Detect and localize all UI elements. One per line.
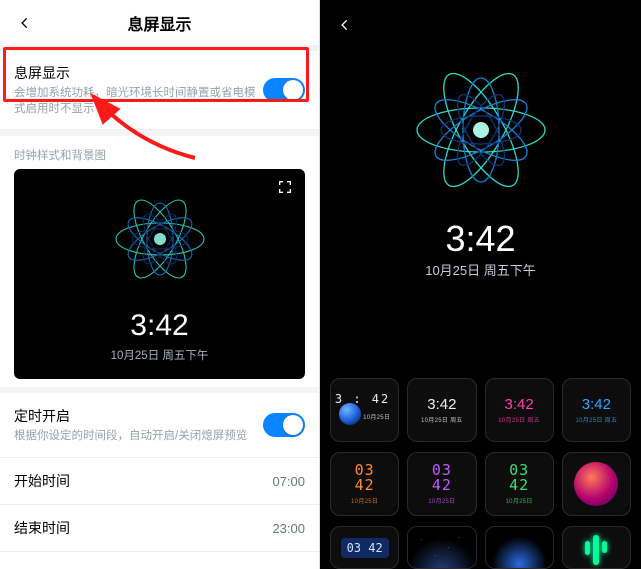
tile-time: 03 42: [355, 463, 375, 493]
aod-style-tile[interactable]: [562, 452, 631, 516]
tile-date: 10月25日: [363, 412, 390, 421]
aod-toggle-switch[interactable]: [263, 78, 305, 102]
aod-gallery-panel: 3:42 10月25日 周五下午 3 : 42 10月25日 3:42 10月2…: [320, 0, 641, 569]
aod-toggle-subtitle: 会增加系统功耗，暗光环境长时间静置或省电模式启用时不显示: [14, 85, 263, 117]
start-time-label: 开始时间: [14, 471, 70, 491]
preview-time: 3:42: [14, 309, 305, 343]
tile-time: 03 42: [341, 538, 389, 558]
aod-toggle-row[interactable]: 息屏显示 会增加系统功耗，暗光环境长时间静置或省电模式启用时不显示: [0, 51, 319, 130]
hero-time: 3:42: [320, 218, 641, 260]
clock-style-preview[interactable]: 3:42 10月25日 周五下午: [14, 169, 305, 379]
tile-date: 10月25日 周五: [421, 415, 463, 424]
globe-icon: [339, 403, 361, 425]
aod-style-tile[interactable]: 03 42 10月25日: [407, 452, 476, 516]
flower-pattern-icon: [396, 45, 566, 215]
left-header: 息屏显示: [0, 0, 319, 45]
aod-style-tile[interactable]: 3:42 10月25日 周五: [562, 378, 631, 442]
end-time-value: 23:00: [272, 521, 305, 536]
aod-toggle-title: 息屏显示: [14, 63, 263, 83]
tile-time: 3 : 42: [335, 393, 390, 405]
aod-style-tile[interactable]: 03 42 10月25日: [330, 452, 399, 516]
tile-time: 3:42: [427, 397, 456, 412]
tile-time: 03 42: [432, 463, 452, 493]
aod-hero-preview: 3:42 10月25日 周五下午: [320, 0, 641, 330]
schedule-toggle-row[interactable]: 定时开启 根据你设定的时间段，自动开启/关闭熄屏预览: [0, 393, 319, 458]
aod-style-grid-row1: 3 : 42 10月25日 3:42 10月25日 周五 3:42 10月25日…: [330, 378, 631, 442]
aod-style-grid-row3: 03 42: [330, 526, 631, 569]
tile-time: 3:42: [582, 397, 611, 412]
aod-style-tile[interactable]: [562, 526, 631, 569]
start-time-value: 07:00: [272, 474, 305, 489]
aod-style-tile[interactable]: 03 42: [330, 526, 399, 569]
cactus-icon: [583, 531, 609, 565]
tile-time: 3:42: [505, 397, 534, 412]
starfield-icon: [408, 527, 475, 568]
end-time-label: 结束时间: [14, 518, 70, 538]
tile-date: 10月25日 周五: [498, 415, 540, 424]
tile-date: 10月25日 周五: [576, 415, 618, 424]
abstract-blob-icon: [574, 462, 618, 506]
schedule-title: 定时开启: [14, 406, 263, 426]
aod-style-tile[interactable]: 03 42 10月25日: [485, 452, 554, 516]
schedule-toggle-switch[interactable]: [263, 413, 305, 437]
end-time-row[interactable]: 结束时间 23:00: [0, 505, 319, 552]
aod-style-tile[interactable]: [485, 526, 554, 569]
tile-date: 10月25日: [428, 496, 455, 505]
page-title: 息屏显示: [14, 11, 305, 35]
start-time-row[interactable]: 开始时间 07:00: [0, 458, 319, 505]
tile-date: 10月25日: [506, 496, 533, 505]
preview-date: 10月25日 周五下午: [14, 347, 305, 363]
tile-date: 10月25日: [351, 496, 378, 505]
schedule-subtitle: 根据你设定的时间段，自动开启/关闭熄屏预览: [14, 428, 263, 444]
fullscreen-icon[interactable]: [275, 177, 295, 197]
aod-style-tile[interactable]: 3:42 10月25日 周五: [407, 378, 476, 442]
aod-style-grid-row2: 03 42 10月25日 03 42 10月25日 03 42 10月25日: [330, 452, 631, 516]
planet-horizon-icon: [486, 527, 553, 568]
settings-panel: 息屏显示 息屏显示 会增加系统功耗，暗光环境长时间静置或省电模式启用时不显示 时…: [0, 0, 320, 569]
aod-style-tile[interactable]: [407, 526, 476, 569]
tile-time: 03 42: [509, 463, 529, 493]
aod-style-tile[interactable]: 3 : 42 10月25日: [330, 378, 399, 442]
clock-style-section-label: 时钟样式和背景图: [0, 136, 319, 169]
hero-date: 10月25日 周五下午: [320, 260, 641, 279]
flower-pattern-icon: [100, 179, 220, 299]
aod-style-tile[interactable]: 3:42 10月25日 周五: [485, 378, 554, 442]
